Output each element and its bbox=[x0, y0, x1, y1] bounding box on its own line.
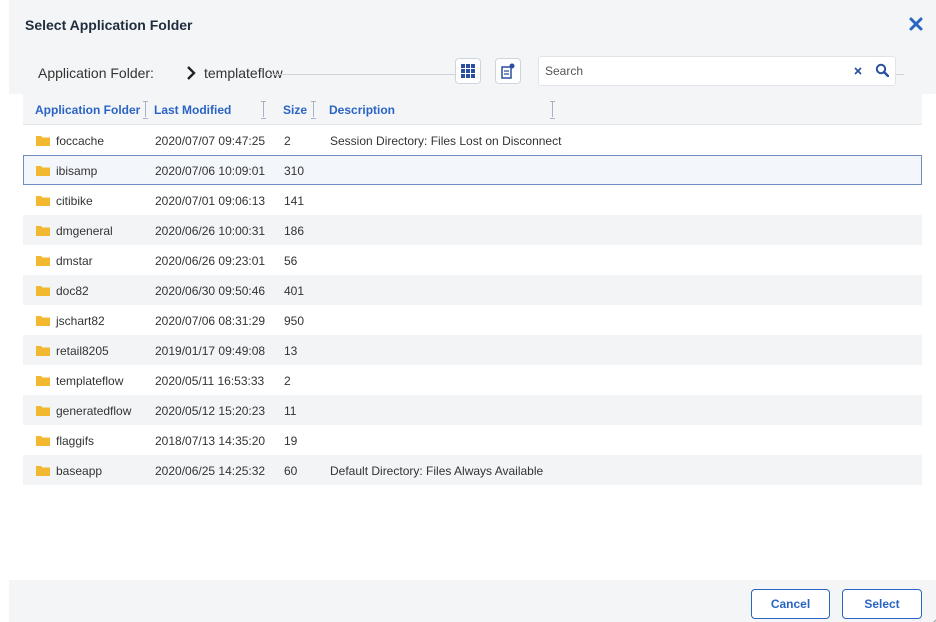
dialog-title: Select Application Folder bbox=[25, 17, 193, 33]
column-header-application-folder[interactable]: Application Folder bbox=[35, 103, 140, 117]
size-cell: 56 bbox=[284, 254, 298, 268]
table-row[interactable]: doc82 2020/06/30 09:50:46 401 bbox=[23, 275, 922, 305]
breadcrumb-current-folder[interactable]: templateflow bbox=[204, 65, 283, 81]
properties-icon bbox=[501, 63, 515, 79]
folder-icon bbox=[36, 466, 50, 476]
column-header-description[interactable]: Description bbox=[329, 103, 395, 117]
folder-name-cell: doc82 bbox=[56, 284, 89, 298]
last-modified-cell: 2019/01/17 09:49:08 bbox=[155, 344, 266, 358]
search-input[interactable] bbox=[545, 61, 835, 81]
last-modified-cell: 2020/06/25 14:25:32 bbox=[155, 464, 266, 478]
folder-name-cell: flaggifs bbox=[56, 434, 95, 448]
table-row[interactable]: templateflow 2020/05/11 16:53:33 2 bbox=[23, 365, 922, 395]
breadcrumb-label: Application Folder: bbox=[38, 65, 154, 81]
folder-name-cell: generatedflow bbox=[56, 404, 132, 418]
folder-name-cell: ibisamp bbox=[56, 164, 98, 178]
table-row[interactable]: jschart82 2020/07/06 08:31:29 950 bbox=[23, 305, 922, 335]
last-modified-cell: 2020/07/07 09:47:25 bbox=[155, 134, 266, 148]
resize-grip-icon[interactable] bbox=[928, 614, 936, 622]
last-modified-cell: 2020/05/11 16:53:33 bbox=[155, 374, 265, 388]
folder-name-cell: foccache bbox=[56, 134, 105, 148]
table-row[interactable]: ibisamp 2020/07/06 10:09:01 310 bbox=[23, 155, 922, 185]
column-resize-handle[interactable] bbox=[550, 101, 556, 119]
path-toolbar: Application Folder: templateflow bbox=[9, 50, 936, 94]
size-cell: 19 bbox=[284, 434, 298, 448]
column-resize-handle[interactable] bbox=[311, 101, 317, 119]
table-row[interactable]: dmgeneral 2020/06/26 10:00:31 186 bbox=[23, 215, 922, 245]
size-cell: 13 bbox=[284, 344, 298, 358]
size-cell: 2 bbox=[284, 134, 291, 148]
folder-icon bbox=[36, 436, 50, 446]
folder-name-cell: jschart82 bbox=[56, 314, 105, 328]
description-cell: Session Directory: Files Lost on Disconn… bbox=[330, 134, 562, 148]
clear-icon[interactable] bbox=[852, 64, 864, 78]
folder-icon bbox=[36, 136, 50, 146]
table-body: foccache 2020/07/07 09:47:25 2 Session Dire… bbox=[23, 125, 922, 485]
divider bbox=[271, 74, 461, 75]
size-cell: 401 bbox=[284, 284, 305, 298]
last-modified-cell: 2020/05/12 15:20:23 bbox=[155, 404, 266, 418]
table-row[interactable]: generatedflow 2020/05/12 15:20:23 11 bbox=[23, 395, 922, 425]
select-folder-dialog: Select Application Folder Application Fo… bbox=[9, 0, 936, 622]
size-cell: 11 bbox=[284, 404, 297, 418]
folder-name-cell: dmstar bbox=[56, 254, 93, 268]
size-cell: 310 bbox=[284, 164, 305, 178]
divider bbox=[896, 74, 904, 75]
size-cell: 60 bbox=[284, 464, 298, 478]
dialog-footer: Cancel Select bbox=[9, 580, 936, 622]
folder-name-cell: templateflow bbox=[56, 374, 124, 388]
folder-icon bbox=[36, 196, 50, 206]
last-modified-cell: 2018/07/13 14:35:20 bbox=[155, 434, 266, 448]
table-row[interactable]: dmstar 2020/06/26 09:23:01 56 bbox=[23, 245, 922, 275]
table-row[interactable]: foccache 2020/07/07 09:47:25 2 Session Dire… bbox=[23, 125, 922, 155]
size-cell: 950 bbox=[284, 314, 305, 328]
column-resize-handle[interactable] bbox=[143, 101, 149, 119]
folder-icon bbox=[36, 316, 50, 326]
table-row[interactable]: baseapp 2020/06/25 14:25:32 60 Default Dire… bbox=[23, 455, 922, 485]
table-row[interactable]: citibike 2020/07/01 09:06:13 141 bbox=[23, 185, 922, 215]
folder-name-cell: citibike bbox=[56, 194, 93, 208]
select-button[interactable]: Select bbox=[842, 589, 922, 619]
size-cell: 2 bbox=[284, 374, 291, 388]
folder-icon bbox=[36, 376, 50, 386]
last-modified-cell: 2020/06/30 09:50:46 bbox=[155, 284, 266, 298]
folder-icon bbox=[36, 226, 50, 236]
column-header-size[interactable]: Size bbox=[283, 103, 307, 117]
column-header-last-modified[interactable]: Last Modified bbox=[154, 103, 231, 117]
column-resize-handle[interactable] bbox=[261, 101, 267, 119]
grid-view-button[interactable] bbox=[455, 58, 481, 84]
search-box bbox=[538, 56, 896, 86]
folder-icon bbox=[36, 166, 50, 176]
folder-icon bbox=[36, 406, 50, 416]
chevron-right-icon bbox=[186, 66, 196, 80]
folder-name-cell: dmgeneral bbox=[56, 224, 113, 238]
cancel-button[interactable]: Cancel bbox=[751, 589, 830, 619]
last-modified-cell: 2020/07/06 08:31:29 bbox=[155, 314, 266, 328]
last-modified-cell: 2020/07/06 10:09:01 bbox=[155, 164, 266, 178]
search-icon[interactable] bbox=[875, 63, 890, 78]
table-row[interactable]: flaggifs 2018/07/13 14:35:20 19 bbox=[23, 425, 922, 455]
folder-name-cell: baseapp bbox=[56, 464, 103, 478]
size-cell: 186 bbox=[284, 224, 305, 238]
table-header: Application Folder Last Modified Size De… bbox=[23, 94, 922, 125]
last-modified-cell: 2020/07/01 09:06:13 bbox=[155, 194, 266, 208]
properties-button[interactable] bbox=[495, 58, 521, 84]
folder-icon bbox=[36, 286, 50, 296]
folder-icon bbox=[36, 256, 50, 266]
grid-icon bbox=[461, 64, 475, 78]
dialog-titlebar: Select Application Folder bbox=[9, 0, 936, 50]
table-row[interactable]: retail8205 2019/01/17 09:49:08 13 bbox=[23, 335, 922, 365]
folder-icon bbox=[36, 346, 50, 356]
background-edge bbox=[0, 0, 9, 622]
description-cell: Default Directory: Files Always Availabl… bbox=[330, 464, 544, 478]
folder-name-cell: retail8205 bbox=[56, 344, 109, 358]
folder-table: Application Folder Last Modified Size De… bbox=[23, 94, 922, 485]
size-cell: 141 bbox=[284, 194, 305, 208]
last-modified-cell: 2020/06/26 10:00:31 bbox=[155, 224, 266, 238]
last-modified-cell: 2020/06/26 09:23:01 bbox=[155, 254, 266, 268]
close-icon[interactable] bbox=[906, 14, 926, 34]
